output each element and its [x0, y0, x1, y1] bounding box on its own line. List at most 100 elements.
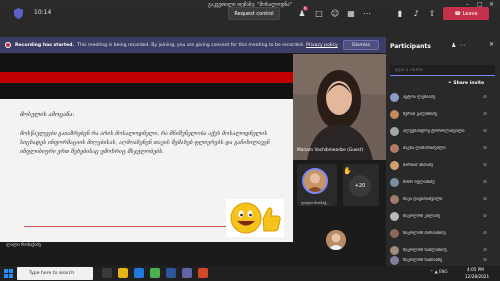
- windows-start-icon[interactable]: [4, 269, 13, 278]
- participant-row[interactable]: მაკნა ლაზარიშვილი ⊘: [390, 140, 498, 156]
- chrome-icon[interactable]: [150, 268, 160, 278]
- participant-row[interactable]: ალექსანდრე ტოროლაშვილი ⊘: [390, 123, 498, 139]
- mic-off-icon: ⊘: [483, 196, 487, 202]
- participant-name: ზურაბ გალინიძე: [403, 111, 437, 117]
- presenter-label-bar: [3, 242, 293, 251]
- chat-icon[interactable]: □: [314, 8, 324, 19]
- slide-dark-band: [0, 83, 293, 99]
- raised-hand-icon: ✋: [343, 167, 352, 175]
- avatar: [390, 245, 399, 255]
- recording-banner: Recording has started. This meeting is b…: [0, 37, 386, 53]
- share-screen-icon[interactable]: ⇧: [427, 8, 437, 19]
- participant-name: ნიკოლოზ კილაძე: [403, 213, 441, 219]
- system-tray[interactable]: ⌃ ▲ ENG: [430, 269, 448, 274]
- breakout-rooms-icon[interactable]: ▦: [346, 8, 356, 19]
- edge-icon[interactable]: [134, 268, 144, 278]
- participant-name: ავტოა ლებიაძე: [403, 94, 435, 100]
- participant-row[interactable]: ნიკოლოზ მარიამიძე ⊘: [390, 225, 498, 241]
- presenter-name: ლალი რობაქიძე: [6, 243, 41, 248]
- close-window-icon[interactable]: ✕: [489, 1, 494, 9]
- leave-label: Leave: [462, 10, 478, 17]
- recording-icon: [5, 42, 11, 48]
- participant-name: ნიკა დავითაშვილი: [403, 196, 443, 202]
- word-icon[interactable]: [166, 268, 176, 278]
- mic-off-icon: ⊘: [483, 213, 487, 219]
- clock-date[interactable]: 12/28/2021: [465, 274, 489, 279]
- participant-row[interactable]: ნინო სულამიძე ⊘: [390, 174, 498, 190]
- shield-icon: [14, 8, 23, 19]
- language-indicator: ENG: [438, 269, 448, 274]
- share-invite-button[interactable]: ⚭ Share invite: [448, 81, 484, 86]
- camera-icon[interactable]: ▮: [395, 8, 405, 19]
- avatar: [390, 177, 399, 187]
- participant-row[interactable]: ნიკოლოზ სამიაბძე ⊘: [390, 255, 498, 266]
- more-icon[interactable]: ⋯: [459, 42, 468, 49]
- share-invite-label: Share invite: [453, 81, 485, 86]
- reactions-icon[interactable]: ☺: [330, 8, 340, 19]
- avatar: [390, 143, 399, 153]
- task-view-icon[interactable]: [102, 268, 112, 278]
- participant-name: ნიკოლოზ სამიაბძე: [403, 258, 443, 263]
- mic-off-icon: ⊘: [483, 145, 487, 151]
- leave-button[interactable]: ☎ Leave: [443, 7, 489, 20]
- mic-off-icon: ⊘: [483, 128, 487, 134]
- file-explorer-icon[interactable]: [118, 268, 128, 278]
- avatar: [390, 228, 399, 238]
- mic-off-icon: ⊘: [483, 162, 487, 168]
- participant-video-name: Mariam Vachibmeadze (Guest): [297, 148, 364, 153]
- avatar: [390, 194, 399, 204]
- slide-heading: მოსვლის ამოცანა:: [20, 112, 75, 118]
- thumbs-up-emoji-icon: [226, 199, 284, 237]
- more-options-icon[interactable]: ⋯: [362, 8, 372, 19]
- participant-name: ალექსანდრე ტოროლაშვილი: [403, 128, 465, 134]
- participant-row[interactable]: ავტოა ლებიაძე ⊘: [390, 89, 498, 105]
- participant-name: ნინო სულამიძე: [403, 179, 435, 185]
- participant-name: მარიამ ანთაძე: [403, 162, 434, 168]
- participant-row[interactable]: ზურაბ გალინიძე ⊘: [390, 106, 498, 122]
- banner-title: Recording has started.: [15, 42, 75, 48]
- mic-off-icon: ⊘: [483, 247, 487, 253]
- close-panel-icon[interactable]: ✕: [489, 41, 494, 48]
- participant-tile-name: ლალი რობაქ...: [301, 200, 330, 205]
- microphone-icon[interactable]: ♪: [411, 8, 421, 19]
- avatar: [390, 211, 399, 221]
- teams-icon[interactable]: [182, 268, 192, 278]
- participant-name: ნიკოლოზ მარიამიძე: [403, 230, 446, 236]
- notification-badge: 9: [303, 6, 308, 11]
- participant-video[interactable]: [293, 54, 386, 160]
- banner-text: This meeting is being recorded. By joini…: [77, 42, 305, 48]
- panel-title: Participants: [390, 43, 431, 50]
- participant-row[interactable]: მარიამ ანთაძე ⊘: [390, 157, 498, 173]
- more-participants-count: +20: [349, 175, 371, 197]
- participant-name: მაკნა ლაზარიშვილი: [403, 145, 446, 151]
- avatar: [390, 256, 399, 265]
- participant-avatar: [302, 168, 328, 194]
- slide-body-text: მოსწავლეები გაიაზრებენ რა არის მოსალოდნე…: [20, 131, 270, 155]
- participant-thumbnail[interactable]: [326, 230, 346, 250]
- slide-red-band: [0, 72, 293, 83]
- mic-off-icon: ⊘: [483, 179, 487, 185]
- participant-name: ნიკოლოზ სასლანიძე: [403, 247, 447, 253]
- avatar: [390, 92, 399, 102]
- avatar: [390, 160, 399, 170]
- privacy-policy-link[interactable]: Privacy policy: [306, 43, 338, 48]
- slide-divider: [24, 226, 230, 227]
- avatar: [390, 109, 399, 119]
- phone-icon: ☎: [454, 10, 461, 17]
- mic-off-icon: ⊘: [483, 258, 487, 263]
- panel-actions[interactable]: ♟⋯: [451, 42, 468, 49]
- mic-off-icon: ⊘: [483, 94, 487, 100]
- mic-off-icon: ⊘: [483, 230, 487, 236]
- participant-search-input[interactable]: [390, 65, 495, 76]
- avatar: [390, 126, 399, 136]
- powerpoint-icon[interactable]: [198, 268, 208, 278]
- participant-row[interactable]: ნიკა დავითაშვილი ⊘: [390, 191, 498, 207]
- slide-dark-band: [0, 54, 293, 72]
- dismiss-button[interactable]: Dismiss: [343, 40, 379, 50]
- clock-time[interactable]: 4:05 PM: [467, 267, 484, 272]
- taskbar-search-input[interactable]: Type here to search: [17, 267, 93, 280]
- meeting-timer: 10:14: [34, 9, 52, 16]
- request-control-button[interactable]: Request control: [228, 7, 280, 20]
- mic-off-icon: ⊘: [483, 111, 487, 117]
- participant-row[interactable]: ნიკოლოზ კილაძე ⊘: [390, 208, 498, 224]
